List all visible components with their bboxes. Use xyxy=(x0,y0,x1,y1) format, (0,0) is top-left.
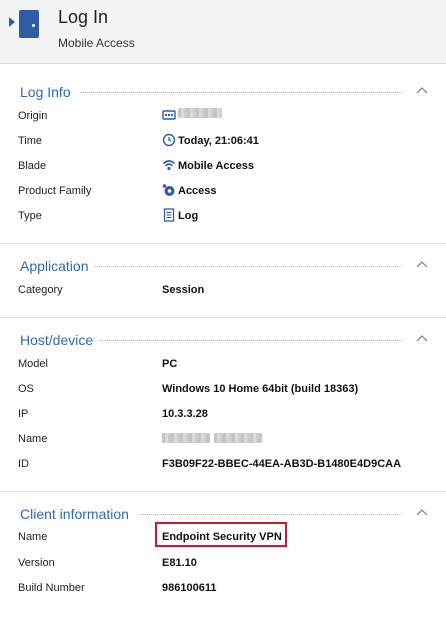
section-separator xyxy=(0,243,446,244)
row-value: PC xyxy=(162,358,178,370)
document-icon xyxy=(163,208,175,222)
row-label: Model xyxy=(18,358,48,370)
section-divider xyxy=(100,340,402,341)
row-value: 986100611 xyxy=(162,582,217,594)
row-name: Name xyxy=(0,433,446,453)
section-divider xyxy=(80,92,402,93)
expand-arrow-icon[interactable] xyxy=(9,17,15,27)
row-value: Log xyxy=(178,210,199,222)
row-os: OS Windows 10 Home 64bit (build 18363) xyxy=(0,383,446,403)
clock-icon xyxy=(162,133,176,147)
row-version: Version E81.10 xyxy=(0,557,446,577)
section-divider xyxy=(95,266,402,267)
row-build-number: Build Number 986100611 xyxy=(0,582,446,602)
row-label: Type xyxy=(18,210,42,222)
row-label: IP xyxy=(18,408,29,420)
row-label: Name xyxy=(18,531,48,543)
redacted-value xyxy=(178,108,222,118)
row-origin: Origin xyxy=(0,108,446,130)
section-title: Log Info xyxy=(20,84,77,100)
row-value: Today, 21:06:41 xyxy=(178,135,259,147)
section-title: Application xyxy=(20,258,95,274)
row-blade: Blade Mobile Access xyxy=(0,160,446,180)
section-separator xyxy=(0,491,446,492)
row-value: Windows 10 Home 64bit (build 18363) xyxy=(162,383,359,395)
row-label: Version xyxy=(18,557,55,569)
page-title: Log In xyxy=(58,7,109,27)
chevron-up-icon[interactable] xyxy=(416,260,428,270)
row-label: Product Family xyxy=(18,185,92,197)
wifi-icon xyxy=(162,160,176,171)
row-value: E81.10 xyxy=(162,557,197,569)
chevron-up-icon[interactable] xyxy=(416,86,428,96)
row-time: Time Today, 21:06:41 xyxy=(0,133,446,155)
row-label: Time xyxy=(18,135,43,147)
redacted-value xyxy=(162,433,210,443)
row-value: 10.3.3.28 xyxy=(162,408,208,420)
section-divider xyxy=(140,514,402,515)
row-product-family: Product Family Access xyxy=(0,184,446,205)
door-icon xyxy=(19,10,39,38)
log-header: Log In Mobile Access xyxy=(0,0,446,64)
row-ip: IP 10.3.3.28 xyxy=(0,408,446,428)
section-title: Client information xyxy=(20,506,135,522)
page-subtitle: Mobile Access xyxy=(58,36,135,50)
row-label: Blade xyxy=(18,160,47,172)
chevron-up-icon[interactable] xyxy=(416,334,428,344)
row-value: Mobile Access xyxy=(178,160,255,172)
row-label: OS xyxy=(18,383,34,395)
access-icon xyxy=(162,184,175,196)
section-separator xyxy=(0,317,446,318)
row-type: Type Log xyxy=(0,208,446,230)
row-label: Category xyxy=(18,284,63,296)
row-value: F3B09F22-BBEC-44EA-AB3D-B1480E4D9CAA xyxy=(162,458,402,470)
section-title: Host/device xyxy=(20,332,100,348)
row-client-name: Name Endpoint Security VPN xyxy=(0,531,446,551)
chevron-up-icon[interactable] xyxy=(416,508,428,518)
row-model: Model PC xyxy=(0,358,446,378)
row-label: ID xyxy=(18,458,29,470)
row-label: Build Number xyxy=(18,582,85,594)
row-label: Name xyxy=(18,433,48,445)
gateway-icon xyxy=(162,110,176,120)
row-category: Category Session xyxy=(0,284,446,304)
row-value: Access xyxy=(178,185,217,197)
row-label: Origin xyxy=(18,110,48,122)
row-id: ID F3B09F22-BBEC-44EA-AB3D-B1480E4D9CAA xyxy=(0,458,446,478)
row-value: Endpoint Security VPN xyxy=(162,531,282,543)
redacted-value xyxy=(214,433,262,443)
row-value: Session xyxy=(162,284,205,296)
